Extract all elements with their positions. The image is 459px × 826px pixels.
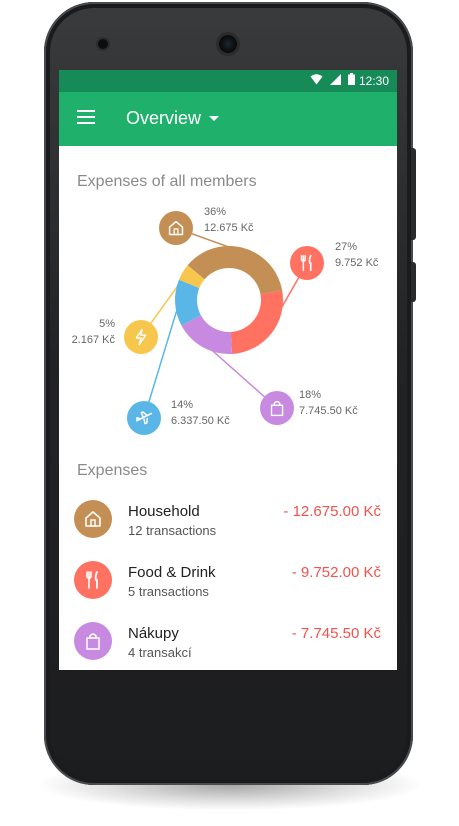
expense-amount: - 12.675.00 Kč [283, 503, 381, 520]
house-category-bubble [159, 211, 193, 245]
airplane-category-bubble [127, 401, 161, 435]
slice-percent-label: 14% [171, 399, 193, 411]
shopping-bag-icon [74, 622, 112, 660]
slice-percent-label: 5% [99, 318, 115, 330]
front-camera [219, 35, 237, 53]
slice-amount-label: 7.745.50 Kč [299, 405, 358, 417]
slice-percent-label: 18% [299, 389, 321, 401]
overview-dropdown[interactable]: Overview [126, 107, 220, 129]
expense-amount: - 7.745.50 Kč [291, 625, 381, 642]
menu-icon[interactable] [77, 110, 95, 124]
expense-transaction-count: 5 transactions [128, 584, 209, 599]
slice-amount-label: 9.752 Kč [335, 257, 379, 269]
toolbar-title: Overview [126, 107, 202, 128]
expense-list-item[interactable]: Food & Drink 5 transactions - 9.752.00 K… [59, 551, 397, 612]
expense-list-item[interactable]: Nákupy 4 transakcí - 7.745.50 Kč [59, 612, 397, 670]
screen: 12:30 Overview Expenses of all members 3… [59, 70, 397, 670]
expenses-section-title: Expenses [77, 462, 148, 479]
status-bar: 12:30 [59, 70, 397, 92]
fork-knife-category-bubble [290, 246, 324, 280]
slice-amount-label: 2.167 Kč [72, 334, 116, 346]
expense-amount: - 9.752.00 Kč [291, 564, 381, 581]
app-toolbar: Overview [59, 92, 397, 146]
expense-list: Household 12 transactions - 12.675.00 Kč… [59, 490, 397, 670]
expense-list-item[interactable]: Household 12 transactions - 12.675.00 Kč [59, 490, 397, 551]
battery-icon [348, 73, 355, 85]
expense-transaction-count: 12 transactions [128, 523, 217, 538]
status-time: 12:30 [358, 74, 389, 88]
wifi-icon [310, 73, 323, 84]
expenses-donut-chart: 36% 12.675 Kč 27% 9.752 Kč 18% 7.745.50 Kč 14%… [72, 206, 379, 435]
house-icon [74, 500, 112, 538]
proximity-sensor [98, 39, 108, 49]
donut-slice [230, 290, 283, 354]
power-button [411, 262, 416, 302]
donut-slice [187, 246, 283, 295]
dropdown-arrow-icon [209, 115, 220, 121]
signal-icon [330, 73, 341, 85]
fork-knife-icon [74, 561, 112, 599]
slice-percent-label: 36% [204, 206, 226, 218]
expense-category-name: Food & Drink [128, 564, 216, 581]
expense-category-name: Nákupy [128, 625, 179, 642]
status-icons [310, 73, 355, 85]
slice-percent-label: 27% [335, 241, 357, 253]
slice-amount-label: 6.337.50 Kč [171, 415, 230, 427]
lightning-category-bubble [124, 320, 158, 354]
slice-amount-label: 12.675 Kč [204, 222, 254, 234]
volume-button [411, 148, 416, 240]
expense-transaction-count: 4 transakcí [128, 645, 192, 660]
expense-category-name: Household [128, 503, 200, 520]
shopping-bag-category-bubble [260, 391, 294, 425]
